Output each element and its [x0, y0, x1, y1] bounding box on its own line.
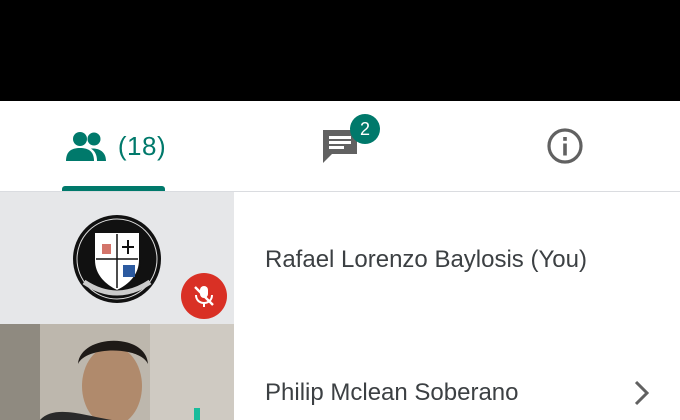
people-icon — [65, 132, 106, 161]
participant-count: (18) — [117, 130, 167, 161]
participant-row[interactable]: Philip Mclean Soberano — [0, 324, 680, 420]
mic-off-indicator — [181, 273, 227, 319]
camera-video-image — [0, 324, 234, 420]
participant-name: Rafael Lorenzo Baylosis (You) — [265, 246, 587, 273]
participant-video — [0, 324, 234, 420]
video-area-top — [0, 0, 680, 101]
participant-name: Philip Mclean Soberano — [265, 379, 519, 406]
unread-badge: 2 — [350, 114, 380, 144]
tab-chat[interactable]: 2 — [280, 101, 400, 191]
tab-info[interactable] — [510, 101, 620, 191]
tab-bar: (18) 2 — [0, 101, 680, 191]
mic-off-icon — [194, 286, 214, 307]
tab-people[interactable]: (18) — [40, 101, 190, 191]
info-icon — [547, 128, 583, 164]
crest-logo-icon — [73, 215, 161, 303]
chevron-right-icon[interactable] — [630, 378, 654, 408]
participant-row[interactable]: Rafael Lorenzo Baylosis (You) — [0, 192, 680, 324]
